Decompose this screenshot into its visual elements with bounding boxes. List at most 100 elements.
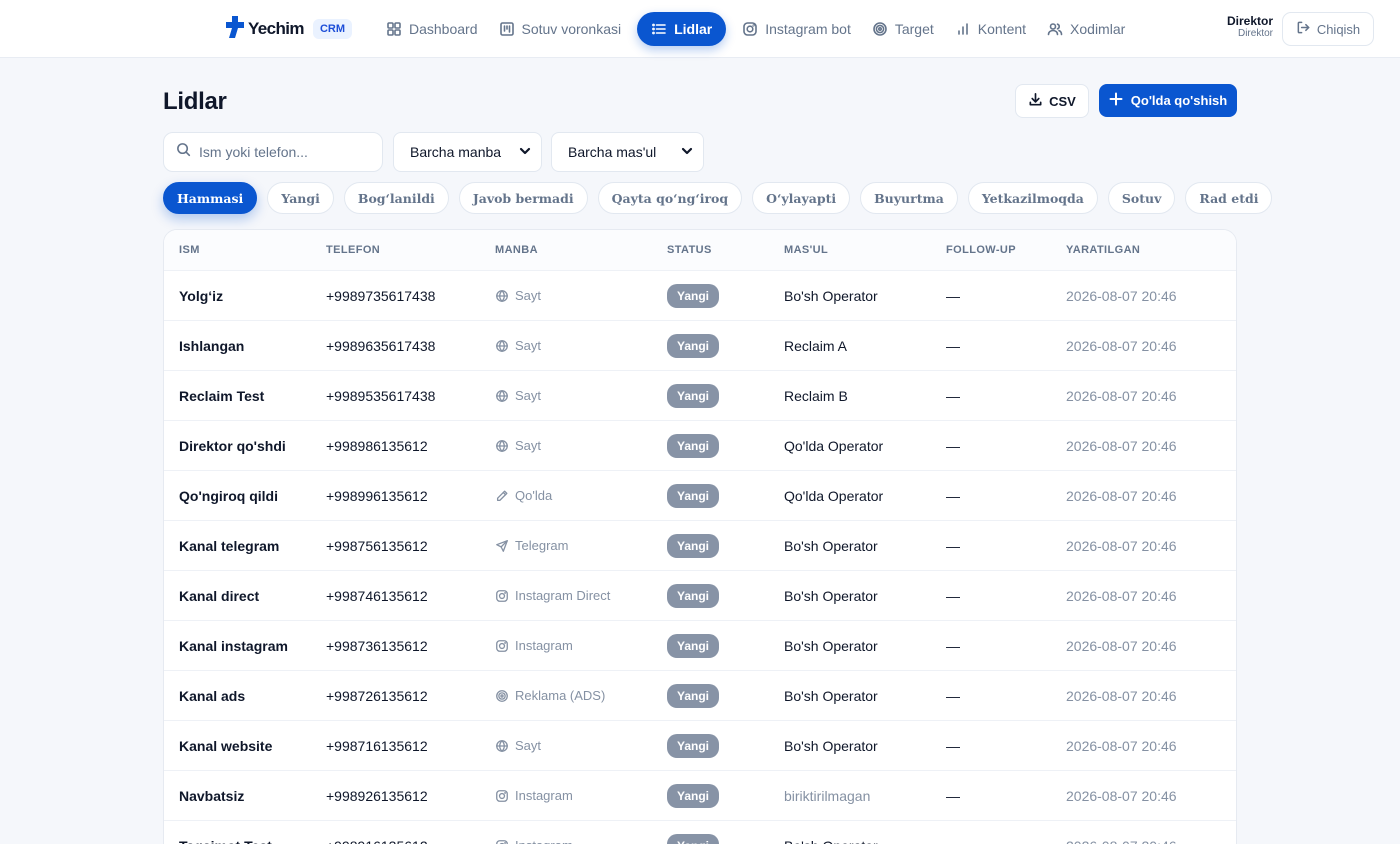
lead-name[interactable]: Reclaim Test — [164, 388, 326, 404]
lead-created: 2026-08-07 20:46 — [1066, 737, 1177, 754]
table-row[interactable]: Ishlangan +9989635617438 Sayt Yangi Reclaim … — [164, 321, 1236, 371]
nav-item-dashboard[interactable]: Dashboard — [376, 12, 488, 46]
lead-followup: — — [946, 787, 960, 804]
status-chip[interactable]: Yangi — [267, 182, 334, 214]
table-row[interactable]: Qo'ngiroq qildi +998996135612 Qo'lda Yangi Q… — [164, 471, 1236, 521]
status-chip[interactable]: Yetkazilmoqda — [967, 182, 1098, 214]
status-chip[interactable]: Buyurtma — [860, 182, 958, 214]
lead-source: Reklama (ADS) — [495, 688, 667, 703]
column-header-source[interactable]: MANBA — [495, 244, 667, 256]
lead-name[interactable]: Kanal website — [164, 738, 326, 754]
lead-owner: Reclaim B — [784, 387, 848, 404]
lead-name[interactable]: Qo'ngiroq qildi — [164, 488, 326, 504]
search-input[interactable] — [199, 144, 369, 160]
table-row[interactable]: Navbatsiz +998926135612 Instagram Yangi biri… — [164, 771, 1236, 821]
column-header-created[interactable]: YARATILGAN — [1066, 244, 1236, 256]
status-badge: Yangi — [667, 333, 720, 358]
status-chip[interactable]: Rad etdi — [1185, 182, 1273, 214]
lead-name[interactable]: Ishlangan — [164, 338, 326, 354]
kanban-icon — [499, 21, 522, 37]
nav-item-target[interactable]: Target — [862, 12, 944, 46]
table-row[interactable]: Direktor qo'shdi +998986135612 Sayt Yangi Qo… — [164, 421, 1236, 471]
lead-source: Instagram — [495, 788, 667, 803]
owner-filter-select[interactable]: Barcha mas'ul — [551, 132, 704, 172]
lead-followup: — — [946, 537, 960, 554]
lead-source: Sayt — [495, 738, 667, 753]
lead-phone: +9989535617438 — [326, 387, 436, 404]
column-header-name[interactable]: ISM — [164, 244, 326, 256]
instagram-icon — [495, 639, 515, 653]
column-header-followup[interactable]: FOLLOW-UP — [946, 244, 1066, 256]
list-icon — [651, 21, 674, 37]
lead-created: 2026-08-07 20:46 — [1066, 387, 1177, 404]
nav-item-xodimlar[interactable]: Xodimlar — [1037, 12, 1135, 46]
lead-phone: +9989635617438 — [326, 337, 436, 354]
lead-created: 2026-08-07 20:46 — [1066, 637, 1177, 654]
table-row[interactable]: Yolg‘iz +9989735617438 Sayt Yangi Bo'sh Oper… — [164, 271, 1236, 321]
lead-name[interactable]: Kanal telegram — [164, 538, 326, 554]
lead-created: 2026-08-07 20:46 — [1066, 487, 1177, 504]
table-row[interactable]: Kanal instagram +998736135612 Instagram Yan… — [164, 621, 1236, 671]
status-chip[interactable]: Sotuv — [1107, 182, 1176, 214]
table-header: ISM TELEFON MANBA STATUS MAS'UL FOLLOW-U… — [164, 230, 1236, 271]
status-chip[interactable]: O‘ylayapti — [752, 182, 851, 214]
lead-followup: — — [946, 487, 960, 504]
lead-name[interactable]: Direktor qo'shdi — [164, 438, 326, 454]
nav-item-lidlar[interactable]: Lidlar — [637, 12, 727, 46]
lead-followup: — — [946, 437, 960, 454]
lead-name[interactable]: Kanal direct — [164, 588, 326, 604]
lead-followup: — — [946, 337, 960, 354]
lead-source: Instagram Direct — [495, 588, 667, 603]
status-badge: Yangi — [667, 283, 720, 308]
table-body: Yolg‘iz +9989735617438 Sayt Yangi Bo'sh Oper… — [164, 271, 1236, 844]
table-row[interactable]: Kanal ads +998726135612 Reklama (ADS) Yangi… — [164, 671, 1236, 721]
lead-owner: Bo'sh Operator — [784, 537, 878, 554]
logout-button[interactable]: Chiqish — [1282, 12, 1374, 46]
brand-logo[interactable]: Yechim CRM — [225, 15, 352, 42]
lead-name[interactable]: Yolg‘iz — [164, 288, 326, 304]
lead-source: Instagram — [495, 838, 667, 844]
lead-phone: +998746135612 — [326, 587, 428, 604]
lead-name[interactable]: Navbatsiz — [164, 788, 326, 804]
lead-source-label: Sayt — [515, 338, 542, 353]
nav-item-label: Lidlar — [674, 21, 713, 37]
column-header-owner[interactable]: MAS'UL — [784, 244, 946, 256]
lead-phone: +998916135612 — [326, 838, 495, 844]
lead-created: 2026-08-07 20:46 — [1066, 838, 1236, 844]
lead-phone: +998926135612 — [326, 787, 428, 804]
column-header-status[interactable]: STATUS — [667, 244, 784, 256]
lead-phone: +998726135612 — [326, 687, 428, 704]
lead-followup: — — [946, 637, 960, 654]
lead-created: 2026-08-07 20:46 — [1066, 337, 1177, 354]
nav-item-kontent[interactable]: Kontent — [945, 12, 1036, 46]
nav-item-sotuv-voronkasi[interactable]: Sotuv voronkasi — [489, 12, 632, 46]
status-chip[interactable]: Bog‘lanildi — [343, 182, 449, 214]
lead-source: Telegram — [495, 538, 667, 553]
lead-owner: biriktirilmagan — [784, 787, 871, 804]
lead-name[interactable]: Kanal instagram — [164, 638, 326, 654]
chevron-down-icon — [681, 144, 693, 160]
status-chip[interactable]: Javob bermadi — [458, 182, 588, 214]
csv-export-button[interactable]: CSV — [1015, 84, 1089, 118]
status-chip[interactable]: Hammasi — [163, 182, 258, 214]
lead-source-label: Sayt — [515, 388, 542, 403]
lead-source: Instagram — [495, 638, 667, 653]
lead-name[interactable]: Taqsimot Test — [164, 838, 326, 844]
table-row[interactable]: Kanal telegram +998756135612 Telegram Yangi… — [164, 521, 1236, 571]
status-badge: Yangi — [667, 483, 720, 508]
table-row[interactable]: Kanal website +998716135612 Sayt Yangi Bo'sh… — [164, 721, 1236, 771]
lead-name[interactable]: Kanal ads — [164, 688, 326, 704]
globe-icon — [495, 339, 515, 353]
users-icon — [1047, 21, 1070, 37]
nav-item-instagram-bot[interactable]: Instagram bot — [732, 12, 861, 46]
lead-created: 2026-08-07 20:46 — [1066, 287, 1177, 304]
table-row[interactable]: Taqsimot Test+998916135612 Instagram Yangi… — [164, 821, 1236, 844]
table-row[interactable]: Reclaim Test +9989535617438 Sayt Yangi Recla… — [164, 371, 1236, 421]
source-filter-select[interactable]: Barcha manba — [393, 132, 542, 172]
status-badge: Yangi — [667, 833, 720, 844]
add-lead-button[interactable]: Qo'lda qo'shish — [1099, 84, 1237, 117]
table-row[interactable]: Kanal direct +998746135612 Instagram Direc… — [164, 571, 1236, 621]
column-header-phone[interactable]: TELEFON — [326, 244, 495, 256]
status-chip[interactable]: Qayta qo‘ng‘iroq — [597, 182, 743, 214]
pencil-icon — [495, 489, 515, 503]
